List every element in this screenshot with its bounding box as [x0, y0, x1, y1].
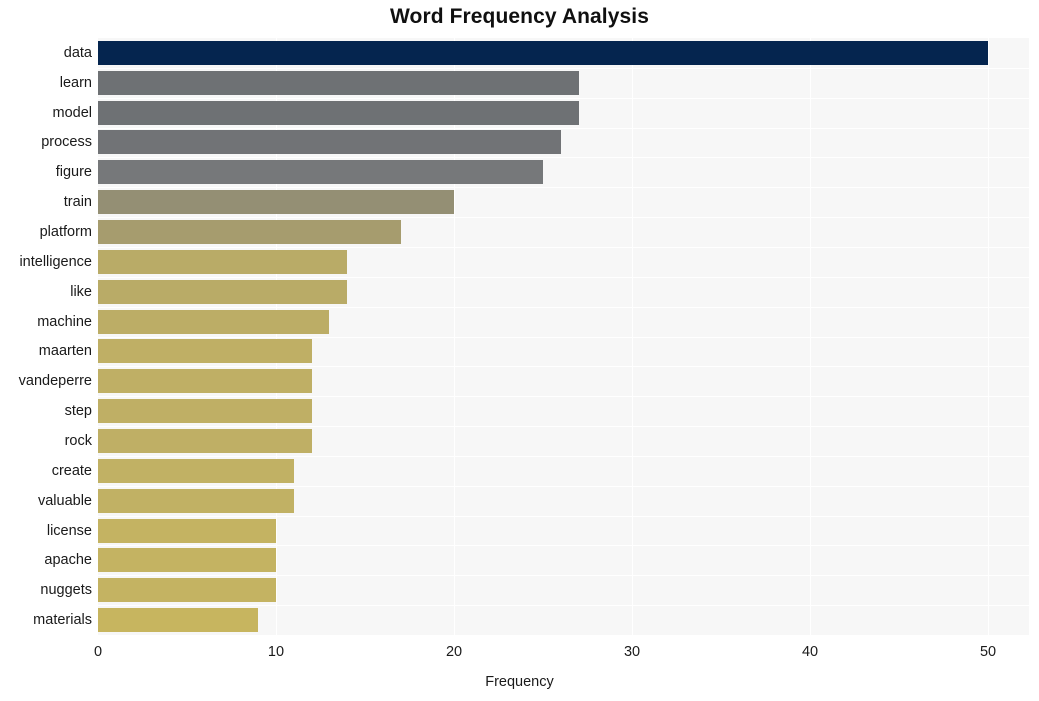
row-separator [98, 575, 1029, 577]
y-tick-label: valuable [37, 492, 92, 509]
y-tick-label: learn [59, 74, 92, 91]
bar[interactable] [98, 578, 276, 603]
row-separator [98, 217, 1029, 219]
plot-area [98, 38, 1029, 635]
y-tick-label: intelligence [19, 253, 92, 270]
bar[interactable] [98, 428, 312, 453]
row-separator [98, 336, 1029, 338]
bar[interactable] [98, 190, 455, 215]
bar[interactable] [98, 608, 259, 633]
y-tick-label: nuggets [40, 582, 92, 599]
bar[interactable] [98, 100, 579, 125]
bar[interactable] [98, 488, 294, 513]
x-tick-label: 40 [801, 644, 819, 660]
y-tick-label: model [52, 104, 93, 121]
x-tick-label: 30 [623, 644, 641, 660]
row-separator [98, 426, 1029, 428]
row-separator [98, 455, 1029, 457]
y-tick-label: create [51, 462, 92, 479]
bar[interactable] [98, 458, 294, 483]
row-separator [98, 605, 1029, 607]
y-tick-label: maarten [38, 343, 92, 360]
bar[interactable] [98, 40, 989, 65]
chart-figure: Word Frequency Analysis data learn model pr… [0, 0, 1039, 701]
row-separator [98, 246, 1029, 248]
row-separator [98, 366, 1029, 368]
bar[interactable] [98, 548, 276, 573]
row-separator [98, 485, 1029, 487]
bar[interactable] [98, 369, 312, 394]
y-tick-label: step [64, 403, 92, 420]
y-tick-label: process [41, 134, 92, 151]
bar[interactable] [98, 70, 579, 95]
row-separator [98, 127, 1029, 129]
row-separator [98, 306, 1029, 308]
x-tick-label: 10 [267, 644, 285, 660]
row-separator [98, 97, 1029, 99]
row-separator [98, 157, 1029, 159]
bar[interactable] [98, 399, 312, 424]
row-separator [98, 67, 1029, 69]
y-tick-label: machine [37, 313, 92, 330]
y-tick-label: data [63, 44, 92, 61]
y-tick-label: platform [39, 224, 92, 241]
y-tick-label: materials [33, 612, 92, 629]
x-tick-label: 50 [979, 644, 997, 660]
y-tick-label: apache [44, 552, 92, 569]
row-separator [98, 187, 1029, 189]
row-separator [98, 515, 1029, 517]
bar[interactable] [98, 279, 348, 304]
y-tick-label: figure [55, 164, 92, 181]
x-tick-label: 0 [93, 644, 103, 660]
bar[interactable] [98, 339, 312, 364]
y-tick-label: license [46, 522, 92, 539]
bar[interactable] [98, 518, 276, 543]
bar[interactable] [98, 160, 544, 185]
x-axis-label: Frequency [485, 674, 554, 690]
y-axis-labels: data learn model process figure train platform… [0, 38, 92, 635]
bar[interactable] [98, 309, 330, 334]
row-separator [98, 276, 1029, 278]
row-separator [98, 396, 1029, 398]
bar[interactable] [98, 220, 401, 245]
x-tick-label: 20 [445, 644, 463, 660]
y-tick-label: like [70, 283, 92, 300]
y-tick-label: rock [64, 432, 92, 449]
chart-title: Word Frequency Analysis [389, 5, 650, 28]
bar[interactable] [98, 130, 561, 155]
row-separator [98, 545, 1029, 547]
y-tick-label: train [63, 194, 92, 211]
y-tick-label: vandeperre [18, 373, 92, 390]
bar[interactable] [98, 249, 348, 274]
